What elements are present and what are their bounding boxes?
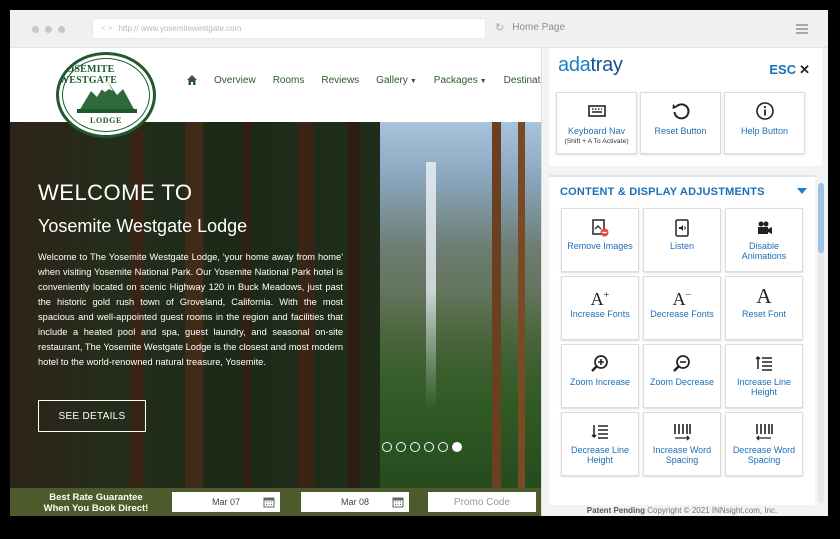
hero-blurb: Welcome to The Yosemite Westgate Lodge, … — [38, 252, 343, 367]
remove-images-button[interactable]: Remove Images — [561, 208, 639, 272]
best-rate-text: Best Rate Guarantee When You Book Direct… — [43, 492, 149, 514]
hotel-website: YOSEMITE WESTGATE LODGE Overview Rooms R… — [10, 48, 563, 516]
chevron-down-icon: ▼ — [409, 77, 417, 85]
video-camera-icon — [758, 221, 772, 234]
increase-word-spacing-button[interactable]: Increase Word Spacing — [643, 412, 721, 476]
decrease-line-height-button[interactable]: Decrease Line Height — [561, 412, 639, 476]
tray-top-buttons: Keyboard Nav (Shift + A To Activate) Res… — [556, 92, 805, 154]
address-bar[interactable]: < > http:// www.yosemitewestgate.com — [92, 18, 486, 39]
esc-close-button[interactable]: ESC ✕ — [769, 62, 810, 78]
site-header: YOSEMITE WESTGATE LODGE Overview Rooms R… — [10, 48, 563, 138]
section-title: CONTENT & DISPLAY ADJUSTMENTS — [560, 186, 765, 198]
carousel-dot[interactable] — [424, 442, 434, 452]
nav-item-overview[interactable]: Overview — [214, 75, 256, 86]
window-controls — [32, 26, 65, 33]
increase-fonts-button[interactable]: A+ Increase Fonts — [561, 276, 639, 340]
reset-button[interactable]: Reset Button — [640, 92, 721, 154]
carousel-dot[interactable] — [438, 442, 448, 452]
hero-welcome: WELCOME TO — [38, 180, 193, 205]
disable-animations-button[interactable]: Disable Animations — [725, 208, 803, 272]
carousel-indicators — [382, 442, 462, 452]
nav-item-gallery[interactable]: Gallery ▼ — [376, 75, 417, 86]
app-frame: < > http:// www.yosemitewestgate.com ↻ Ho… — [10, 10, 828, 516]
hamburger-menu-icon[interactable] — [796, 24, 808, 34]
checkout-date-field[interactable]: Mar 08 — [301, 492, 409, 512]
main-nav: Overview Rooms Reviews Gallery ▼ Packages… — [186, 74, 580, 86]
reset-font-button[interactable]: A Reset Font — [725, 276, 803, 340]
carousel-dot[interactable] — [396, 442, 406, 452]
carousel-dot[interactable] — [382, 442, 392, 452]
url-text: http:// www.yosemitewestgate.com — [118, 24, 242, 33]
tray-footer: Patent Pending Copyright © 2021 INNsight… — [586, 506, 778, 515]
ada-tray-panel: adatray ESC ✕ Keyboard Nav (Shift + A To … — [541, 48, 828, 516]
collapse-caret-icon[interactable] — [797, 188, 807, 194]
increase-line-height-button[interactable]: Increase Line Height — [725, 344, 803, 408]
hero-banner: WELCOME TO Yosemite Westgate Lodge Welco… — [10, 122, 541, 488]
lodge-logo[interactable]: YOSEMITE WESTGATE LODGE — [56, 52, 156, 138]
window-dot[interactable] — [58, 26, 65, 33]
info-icon — [755, 102, 774, 120]
carousel-dot[interactable] — [410, 442, 420, 452]
word-spacing-decrease-icon — [756, 424, 773, 441]
reset-icon — [672, 103, 689, 120]
tab-title-text: Home Page — [512, 22, 566, 33]
help-button[interactable]: Help Button — [724, 92, 805, 154]
keyboard-nav-button[interactable]: Keyboard Nav (Shift + A To Activate) — [556, 92, 637, 154]
tray-header: adatray ESC ✕ Keyboard Nav (Shift + A To … — [549, 48, 822, 166]
decrease-word-spacing-button[interactable]: Decrease Word Spacing — [725, 412, 803, 476]
zoom-out-icon — [673, 355, 690, 372]
logo-bottom-text: LODGE — [90, 116, 122, 125]
tray-scrollbar[interactable] — [818, 183, 824, 503]
zoom-decrease-button[interactable]: Zoom Decrease — [643, 344, 721, 408]
font-reset-icon: A — [756, 284, 772, 308]
back-forward-icon[interactable]: < > — [101, 24, 113, 33]
home-icon[interactable] — [186, 74, 198, 86]
line-height-increase-icon — [755, 355, 772, 371]
window-dot[interactable] — [32, 26, 39, 33]
nav-item-reviews[interactable]: Reviews — [321, 75, 359, 86]
content-display-section: CONTENT & DISPLAY ADJUSTMENTS Remove Ima… — [549, 175, 815, 505]
see-details-button[interactable]: SEE DETAILS — [38, 400, 146, 432]
keyboard-icon — [587, 105, 606, 117]
hero-lodge-name: Yosemite Westgate Lodge — [38, 216, 248, 236]
decrease-fonts-button[interactable]: A− Decrease Fonts — [643, 276, 721, 340]
word-spacing-increase-icon — [674, 424, 691, 441]
zoom-in-icon — [591, 355, 608, 372]
scrollbar-thumb[interactable] — [818, 183, 824, 253]
remove-images-icon — [592, 219, 609, 237]
ada-tray-logo: adatray — [558, 54, 623, 76]
font-decrease-icon: A− — [672, 289, 692, 309]
tab-title: ↻ Home Page — [495, 21, 565, 34]
chevron-down-icon: ▼ — [479, 77, 487, 85]
browser-chrome: < > http:// www.yosemitewestgate.com ↻ Ho… — [10, 10, 828, 48]
logo-mountain-icon — [77, 81, 137, 113]
nav-item-packages[interactable]: Packages ▼ — [434, 75, 487, 86]
reload-icon[interactable]: ↻ — [495, 21, 504, 34]
close-icon: ✕ — [799, 62, 810, 77]
listen-icon — [675, 219, 689, 237]
hero-text: WELCOME TO Yosemite Westgate Lodge Welco… — [38, 180, 343, 370]
calendar-icon[interactable] — [263, 496, 275, 508]
calendar-icon[interactable] — [392, 496, 404, 508]
carousel-dot[interactable] — [452, 442, 462, 452]
listen-button[interactable]: Listen — [643, 208, 721, 272]
promo-code-input[interactable]: Promo Code — [428, 492, 536, 512]
line-height-decrease-icon — [591, 425, 608, 439]
adjustments-grid: Remove Images Listen Disable Animations … — [561, 208, 803, 476]
booking-bar: Best Rate Guarantee When You Book Direct… — [10, 488, 541, 516]
zoom-increase-button[interactable]: Zoom Increase — [561, 344, 639, 408]
font-increase-icon: A+ — [590, 289, 610, 309]
nav-item-rooms[interactable]: Rooms — [273, 75, 305, 86]
checkin-date-field[interactable]: Mar 07 — [172, 492, 280, 512]
hero-waterfall-image — [380, 122, 541, 488]
window-dot[interactable] — [45, 26, 52, 33]
